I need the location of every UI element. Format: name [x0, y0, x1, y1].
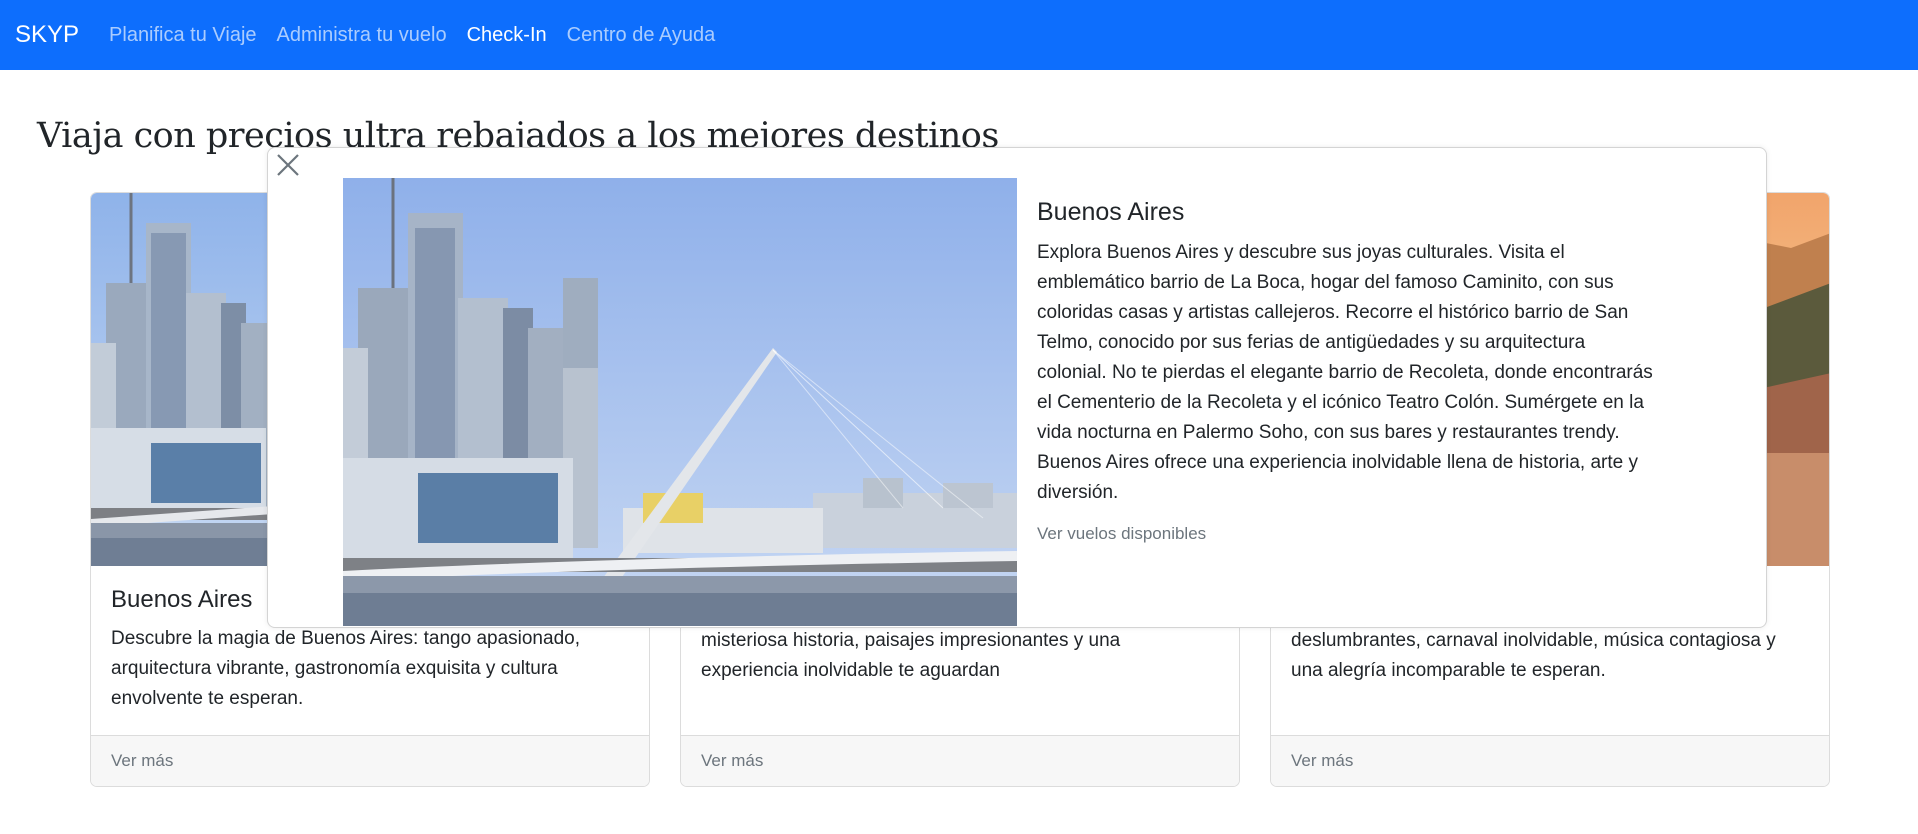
nav-link-check-in[interactable]: Check-In	[467, 24, 547, 47]
card-footer: Ver más	[1271, 735, 1829, 786]
close-icon[interactable]	[272, 149, 304, 181]
card-footer: Ver más	[91, 735, 649, 786]
destination-modal: Buenos Aires Explora Buenos Aires y desc…	[267, 147, 1767, 628]
nav-link-planifica[interactable]: Planifica tu Viaje	[109, 24, 257, 47]
nav-link-centro-ayuda[interactable]: Centro de Ayuda	[567, 24, 716, 47]
card-footer: Ver más	[681, 735, 1239, 786]
ver-mas-link[interactable]: Ver más	[701, 751, 763, 771]
modal-title: Buenos Aires	[1037, 198, 1185, 226]
modal-image-buenos-aires	[343, 178, 1017, 626]
card-text: Descubre la magia de Buenos Aires: tango…	[111, 628, 580, 709]
ver-mas-link[interactable]: Ver más	[1291, 751, 1353, 771]
brand-logo[interactable]: SKYP	[15, 21, 79, 49]
nav-link-administra[interactable]: Administra tu vuelo	[277, 24, 447, 47]
ver-vuelos-link[interactable]: Ver vuelos disponibles	[1037, 524, 1206, 544]
ver-mas-link[interactable]: Ver más	[111, 751, 173, 771]
navbar: SKYP Planifica tu Viaje Administra tu vu…	[0, 0, 1918, 70]
modal-description: Explora Buenos Aires y descubre sus joya…	[1037, 242, 1653, 503]
